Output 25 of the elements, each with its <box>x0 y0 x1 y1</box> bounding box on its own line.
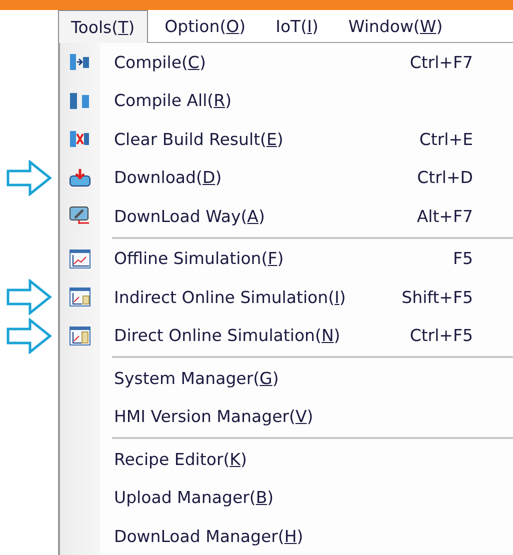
menu-item[interactable]: Clear Build Result(E) Ctrl+E <box>100 120 513 158</box>
menu-item[interactable]: Download(D) Ctrl+D <box>100 158 513 197</box>
clear-icon <box>69 129 91 150</box>
menu-item[interactable]: System Manager(G) <box>100 359 513 398</box>
chart-grid-window-icon <box>69 326 91 346</box>
menu-item[interactable]: Direct Online Simulation(N) Ctrl+F5 <box>100 316 513 355</box>
menu-item[interactable]: HMI Version Manager(V) <box>100 398 513 436</box>
monitor-wrench-icon <box>69 206 91 226</box>
menu-bar-item[interactable]: Tools(T) <box>58 10 148 43</box>
chart-window-icon <box>69 248 91 269</box>
menu-item[interactable]: Recipe Editor(K) <box>100 440 513 478</box>
pointer-arrow-icon <box>6 318 52 354</box>
menu-item[interactable]: Offline Simulation(F) F5 <box>100 240 513 278</box>
download-icon <box>69 168 91 188</box>
compile-icon <box>69 52 91 72</box>
compile-all-icon <box>69 90 91 111</box>
menu-item[interactable]: DownLoad Way(A) Alt+F7 <box>100 197 513 236</box>
chart-grid-window-icon <box>69 287 91 308</box>
menu-item[interactable]: DownLoad Manager(H) <box>100 517 513 555</box>
menu-item[interactable]: Compile All(R) <box>100 82 513 120</box>
pointer-arrow-icon <box>6 279 52 316</box>
menu-item[interactable]: Upload Manager(B) <box>100 478 513 517</box>
pointer-arrow-icon <box>6 160 52 196</box>
menu-item[interactable]: Indirect Online Simulation(I) Shift+F5 <box>100 278 513 316</box>
menu-item[interactable]: Compile(C) Ctrl+F7 <box>100 43 513 82</box>
